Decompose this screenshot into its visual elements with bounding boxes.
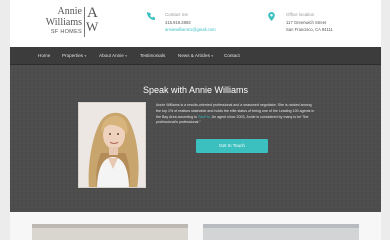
nav-contact[interactable]: Contact <box>224 47 240 65</box>
logo-last-name: Williams <box>45 17 82 28</box>
nav-contact-label: Contact <box>224 53 240 58</box>
logo-first-name: Annie <box>57 6 82 17</box>
contact-email-link[interactable]: anniewilliams1@gmail.com <box>165 27 216 32</box>
office-label: Office location <box>286 12 315 17</box>
nav-about-label: About Annie <box>99 53 124 58</box>
chevron-down-icon: ▾ <box>211 54 214 58</box>
monogram-w: W <box>86 19 99 34</box>
logo-tagline: SF HOMES <box>50 29 82 35</box>
listing-thumbnail[interactable] <box>203 224 359 240</box>
nav-news-articles[interactable]: News & Articles ▾ <box>178 47 213 65</box>
nav-properties-label: Properties <box>62 53 83 58</box>
get-in-touch-button[interactable]: Get In Touch <box>196 139 268 153</box>
nav-home[interactable]: Home <box>38 47 50 65</box>
nav-testimonials-label: Testimonials <box>140 53 166 58</box>
logo-monogram: A W <box>84 5 106 37</box>
bio-link[interactable]: SanFrn <box>198 115 210 119</box>
nav-news-label: News & Articles <box>178 53 210 58</box>
listing-thumbnail[interactable] <box>32 224 188 240</box>
agent-bio: Annie Williams is a results-oriented pro… <box>156 103 316 126</box>
contact-phone[interactable]: 415.919.2863 <box>165 20 191 25</box>
page: Annie Williams SF HOMES A W Contact me 4… <box>10 0 381 240</box>
chevron-down-icon: ▾ <box>125 54 128 58</box>
phone-icon <box>147 12 155 22</box>
location-pin-icon <box>268 12 275 23</box>
nav-home-label: Home <box>38 53 51 58</box>
nav-properties[interactable]: Properties ▾ <box>62 47 86 65</box>
hero-section: Speak with Annie Williams Annie Williams… <box>10 65 381 212</box>
listing-thumbnail-image <box>203 224 359 228</box>
nav-about-annie[interactable]: About Annie ▾ <box>99 47 127 65</box>
listing-thumbnail-image <box>32 224 188 228</box>
contact-label: Contact me <box>165 12 189 17</box>
office-address-line1: 117 Greenwich Street <box>286 20 327 25</box>
office-address-line2: San Francisco, CA 94111 <box>286 27 333 32</box>
chevron-down-icon: ▾ <box>84 54 87 58</box>
main-nav: Home Properties ▾ About Annie ▾ Testimonia… <box>10 47 381 65</box>
agent-portrait <box>78 102 146 188</box>
nav-testimonials[interactable]: Testimonials <box>140 47 165 65</box>
site-header: Annie Williams SF HOMES A W Contact me 4… <box>10 0 381 47</box>
hero-title: Speak with Annie Williams <box>142 85 249 95</box>
logo-wordmark: Annie Williams SF HOMES <box>38 7 82 36</box>
brand-logo[interactable]: Annie Williams SF HOMES A W <box>38 5 108 41</box>
